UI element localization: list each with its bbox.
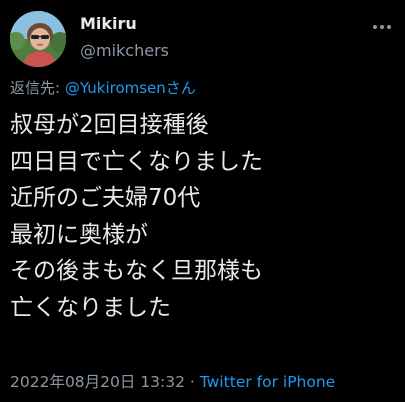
avatar[interactable]: [10, 11, 66, 67]
tweet-text-line: 四日目で亡くなりました: [10, 148, 263, 175]
tweet-text-line: 亡くなりました: [10, 294, 171, 321]
source-link[interactable]: Twitter for iPhone: [200, 373, 335, 391]
tweet-text-line: その後まもなく旦那様も: [10, 258, 263, 284]
timestamp-link[interactable]: 2022年08月20日 13:32: [10, 373, 185, 391]
reply-mention-link[interactable]: @Yukiromsenさん: [65, 79, 196, 97]
user-handle[interactable]: @mikchers: [80, 41, 169, 61]
reply-prefix: 返信先:: [10, 79, 65, 97]
tweet-text-line: 叔母が2回目接種後: [10, 112, 209, 138]
tweet-text: 叔母が2回目接種後 四日目で亡くなりました 近所のご夫婦70代 最初に奥様が そ…: [10, 107, 400, 326]
reply-to-line: 返信先: @Yukiromsenさん: [10, 78, 196, 98]
more-horizontal-icon[interactable]: [371, 16, 393, 38]
tweet-meta: 2022年08月20日 13:32 · Twitter for iPhone: [10, 372, 335, 392]
tweet-text-line: 近所のご夫婦70代: [10, 185, 201, 211]
display-name[interactable]: Mikiru: [80, 14, 169, 34]
meta-separator: ·: [185, 373, 200, 391]
user-info: Mikiru @mikchers: [80, 14, 169, 61]
profile-photo-icon: [10, 11, 66, 67]
tweet-text-line: 最初に奥様が: [10, 221, 148, 248]
tweet: Mikiru @mikchers 返信先: @Yukiromsenさん 叔母が2…: [0, 0, 405, 402]
